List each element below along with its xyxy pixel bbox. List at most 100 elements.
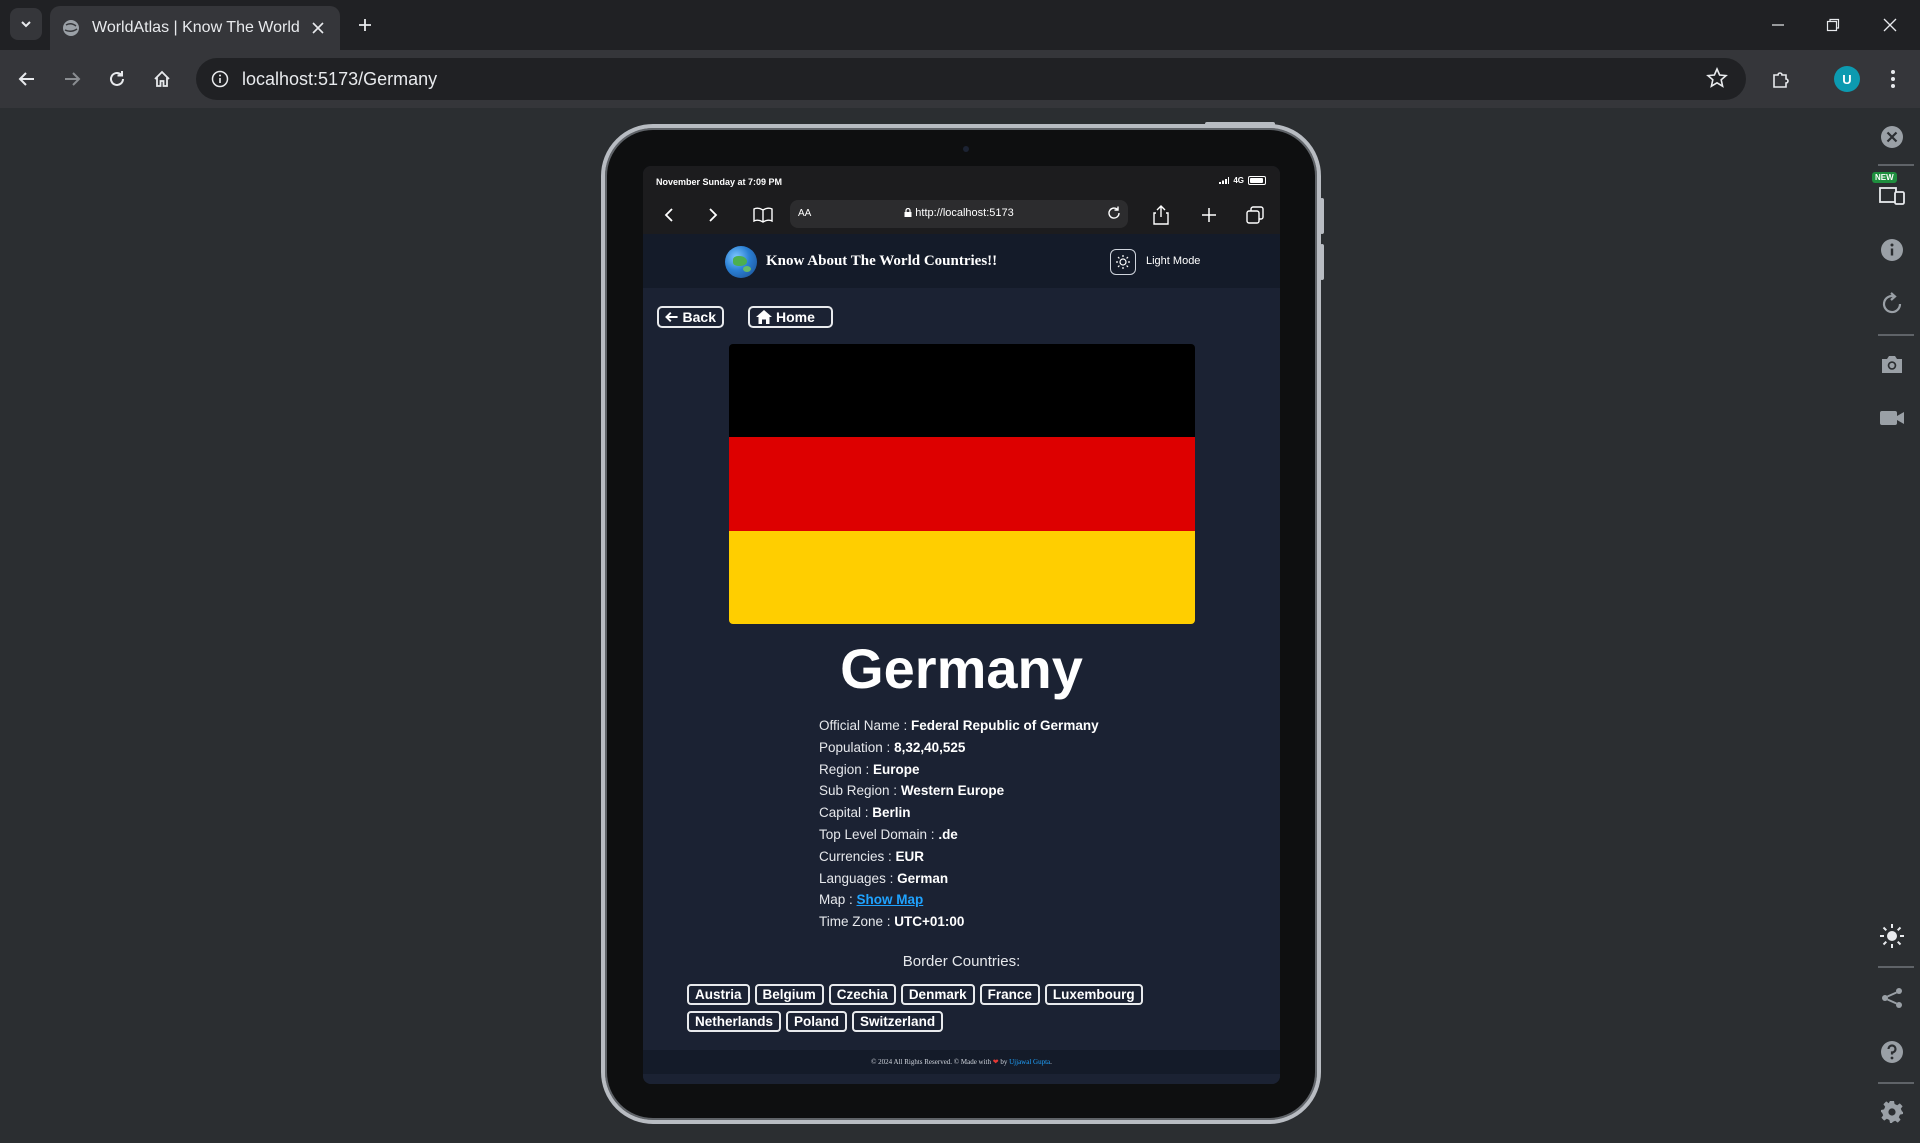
tab-close-icon[interactable] (308, 18, 328, 38)
tab-strip: WorldAtlas | Know The World | I (0, 0, 1920, 50)
screenshot-button[interactable] (1876, 348, 1908, 380)
border-country-button[interactable]: Luxembourg (1044, 984, 1143, 1005)
border-country-button[interactable]: France (979, 984, 1040, 1005)
tab-search-button[interactable] (10, 8, 42, 40)
address-bar[interactable]: localhost:5173/Germany (196, 58, 1746, 100)
safari-share-icon[interactable] (1151, 205, 1171, 225)
border-country-button[interactable]: Austria (687, 984, 750, 1005)
fact-label: Top Level Domain : (819, 826, 939, 842)
fact-label: Languages : (819, 870, 898, 886)
fact-label: Time Zone : (819, 914, 895, 930)
new-tab-button[interactable] (352, 12, 378, 38)
safari-new-tab-icon[interactable] (1199, 205, 1219, 225)
back-button-label: Back (682, 309, 716, 325)
safari-tabs-icon[interactable] (1245, 205, 1265, 225)
fact-label: Map : (819, 892, 857, 908)
fact-label: Currencies : (819, 848, 896, 864)
footer-author-link[interactable]: Ujjawal Gupta (1009, 1058, 1050, 1066)
safari-url: http://localhost:5173 (790, 207, 1128, 219)
show-map-link[interactable]: Show Map (857, 892, 924, 907)
restore-button[interactable] (1819, 12, 1847, 38)
restore-icon (1826, 18, 1840, 32)
camera-icon (1882, 356, 1902, 373)
ios-status-bar: November Sunday at 7:09 PM 4G (643, 166, 1280, 196)
browser-tab[interactable]: WorldAtlas | Know The World | I (50, 6, 340, 50)
responsive-device-button[interactable]: NEW (1872, 172, 1908, 210)
safari-forward-icon[interactable] (703, 205, 723, 225)
more-vertical-icon (1891, 70, 1895, 88)
address-text: localhost:5173/Germany (242, 69, 438, 89)
border-country-button[interactable]: Czechia (828, 984, 896, 1005)
chevron-down-icon (21, 21, 31, 28)
device-info-button[interactable] (1876, 234, 1908, 266)
home-nav-button[interactable] (146, 63, 178, 95)
lock-icon (904, 207, 912, 217)
back-button[interactable]: Back (657, 306, 724, 328)
network-label: 4G (1233, 176, 1244, 185)
forward-nav-button[interactable] (56, 63, 88, 95)
theme-mode-label[interactable]: Light Mode (1146, 255, 1200, 267)
screen-bottom (643, 1074, 1280, 1084)
tab-title: WorldAtlas | Know The World | I (92, 19, 302, 36)
home-button-label: Home (776, 309, 815, 325)
safari-toolbar: AA http://localhost:5173 (643, 196, 1280, 234)
bookmarks-book-icon[interactable] (753, 205, 773, 225)
safari-address-bar[interactable]: AA http://localhost:5173 (790, 200, 1128, 228)
share-button[interactable] (1876, 982, 1908, 1014)
border-country-button[interactable]: Switzerland (852, 1011, 944, 1032)
settings-button[interactable] (1876, 1096, 1908, 1128)
fact-value: .de (938, 826, 958, 842)
fact-sub-region: Sub Region : Western Europe (819, 780, 1099, 802)
border-country-button[interactable]: Netherlands (687, 1011, 782, 1032)
profile-avatar[interactable]: U (1834, 66, 1860, 92)
fact-time-zone: Time Zone : UTC+01:00 (819, 911, 1099, 933)
country-flag (729, 344, 1195, 624)
gear-icon (1881, 1101, 1903, 1123)
globe-logo[interactable] (725, 246, 757, 278)
battery-icon (1248, 176, 1266, 185)
side-divider (1878, 334, 1914, 336)
rotate-device-button[interactable] (1876, 288, 1908, 320)
info-icon (1881, 239, 1903, 261)
fact-label: Sub Region : (819, 783, 901, 799)
close-device-button[interactable] (1876, 121, 1908, 153)
globe-favicon-icon (63, 20, 79, 36)
reload-button[interactable] (101, 63, 133, 95)
chrome-menu-button[interactable] (1877, 63, 1909, 95)
border-country-button[interactable]: Belgium (754, 984, 824, 1005)
flag-stripe-black (729, 344, 1195, 438)
theme-mode-button[interactable] (1110, 249, 1136, 275)
help-button[interactable] (1876, 1036, 1908, 1068)
sun-icon (1116, 255, 1130, 269)
minimize-button[interactable] (1764, 12, 1792, 38)
close-circle-icon (1881, 126, 1903, 148)
theme-toggle-button[interactable] (1876, 920, 1908, 952)
site-info-icon[interactable] (206, 65, 234, 93)
safari-reload-icon[interactable] (1106, 205, 1122, 226)
border-countries-list: Austria Belgium Czechia Denmark France Luxemb… (687, 984, 1247, 1038)
fact-region: Region : Europe (819, 759, 1099, 781)
bookmark-star-icon[interactable] (1706, 66, 1728, 94)
arrow-right-icon (65, 72, 81, 86)
border-country-button[interactable]: Poland (786, 1011, 848, 1032)
border-country-button[interactable]: Denmark (900, 984, 975, 1005)
fact-label: Official Name : (819, 718, 912, 733)
fact-value: Western Europe (900, 783, 1005, 799)
home-button[interactable]: Home (748, 306, 833, 328)
fact-languages: Languages : German (819, 868, 1099, 890)
close-window-button[interactable] (1876, 12, 1904, 38)
fact-official-name: Official Name : Federal Republic of Germ… (819, 715, 1099, 737)
help-icon (1881, 1041, 1903, 1063)
fact-capital: Capital : Berlin (819, 802, 1099, 824)
flag-stripe-red (729, 437, 1195, 531)
safari-back-icon[interactable] (659, 205, 679, 225)
front-camera (963, 146, 969, 152)
arrow-left-icon (665, 311, 678, 323)
reload-icon (110, 71, 124, 86)
record-button[interactable] (1876, 402, 1908, 434)
extensions-button[interactable] (1765, 63, 1797, 95)
volume-down-button (1320, 244, 1324, 280)
rotate-icon (1882, 292, 1902, 314)
back-nav-button[interactable] (11, 63, 43, 95)
side-divider (1878, 1082, 1914, 1084)
